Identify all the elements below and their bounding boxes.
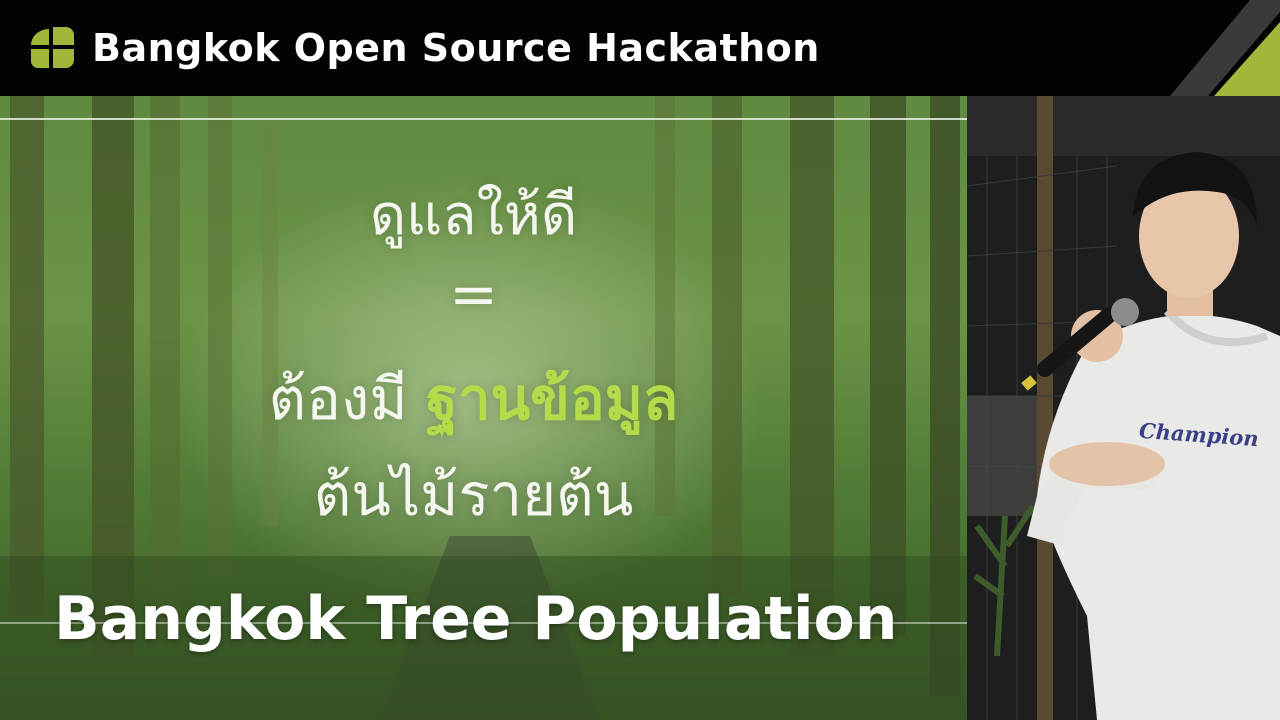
speaker-video-image (967, 96, 1280, 720)
slide-line-database: ต้องมี ฐานข้อมูล (0, 352, 957, 445)
slide-line-database-prefix: ต้องมี (268, 365, 426, 433)
lower-third-title: Bangkok Tree Population (54, 584, 898, 654)
speaker-camera-feed: Champion (967, 96, 1280, 720)
slide-highlight-database: ฐานข้อมูล (426, 365, 679, 433)
slide-equals-sign: = (449, 260, 498, 328)
slide-line-per-tree: ต้นไม้รายต้น (313, 461, 634, 529)
corner-stripe-decoration (1170, 0, 1280, 96)
event-title: Bangkok Open Source Hackathon (92, 26, 820, 70)
presentation-slide: ดูแลให้ดี = ต้องมี ฐานข้อมูล ต้นไม้รายต้… (0, 96, 967, 720)
slide-line-care: ดูแลให้ดี (369, 183, 578, 248)
four-leaf-logo-icon (31, 27, 74, 68)
video-frame: Bangkok Open Source Hackathon ดูแลให้ดี … (0, 0, 1280, 720)
top-banner: Bangkok Open Source Hackathon (0, 0, 1280, 96)
slide-top-rule (0, 118, 967, 120)
